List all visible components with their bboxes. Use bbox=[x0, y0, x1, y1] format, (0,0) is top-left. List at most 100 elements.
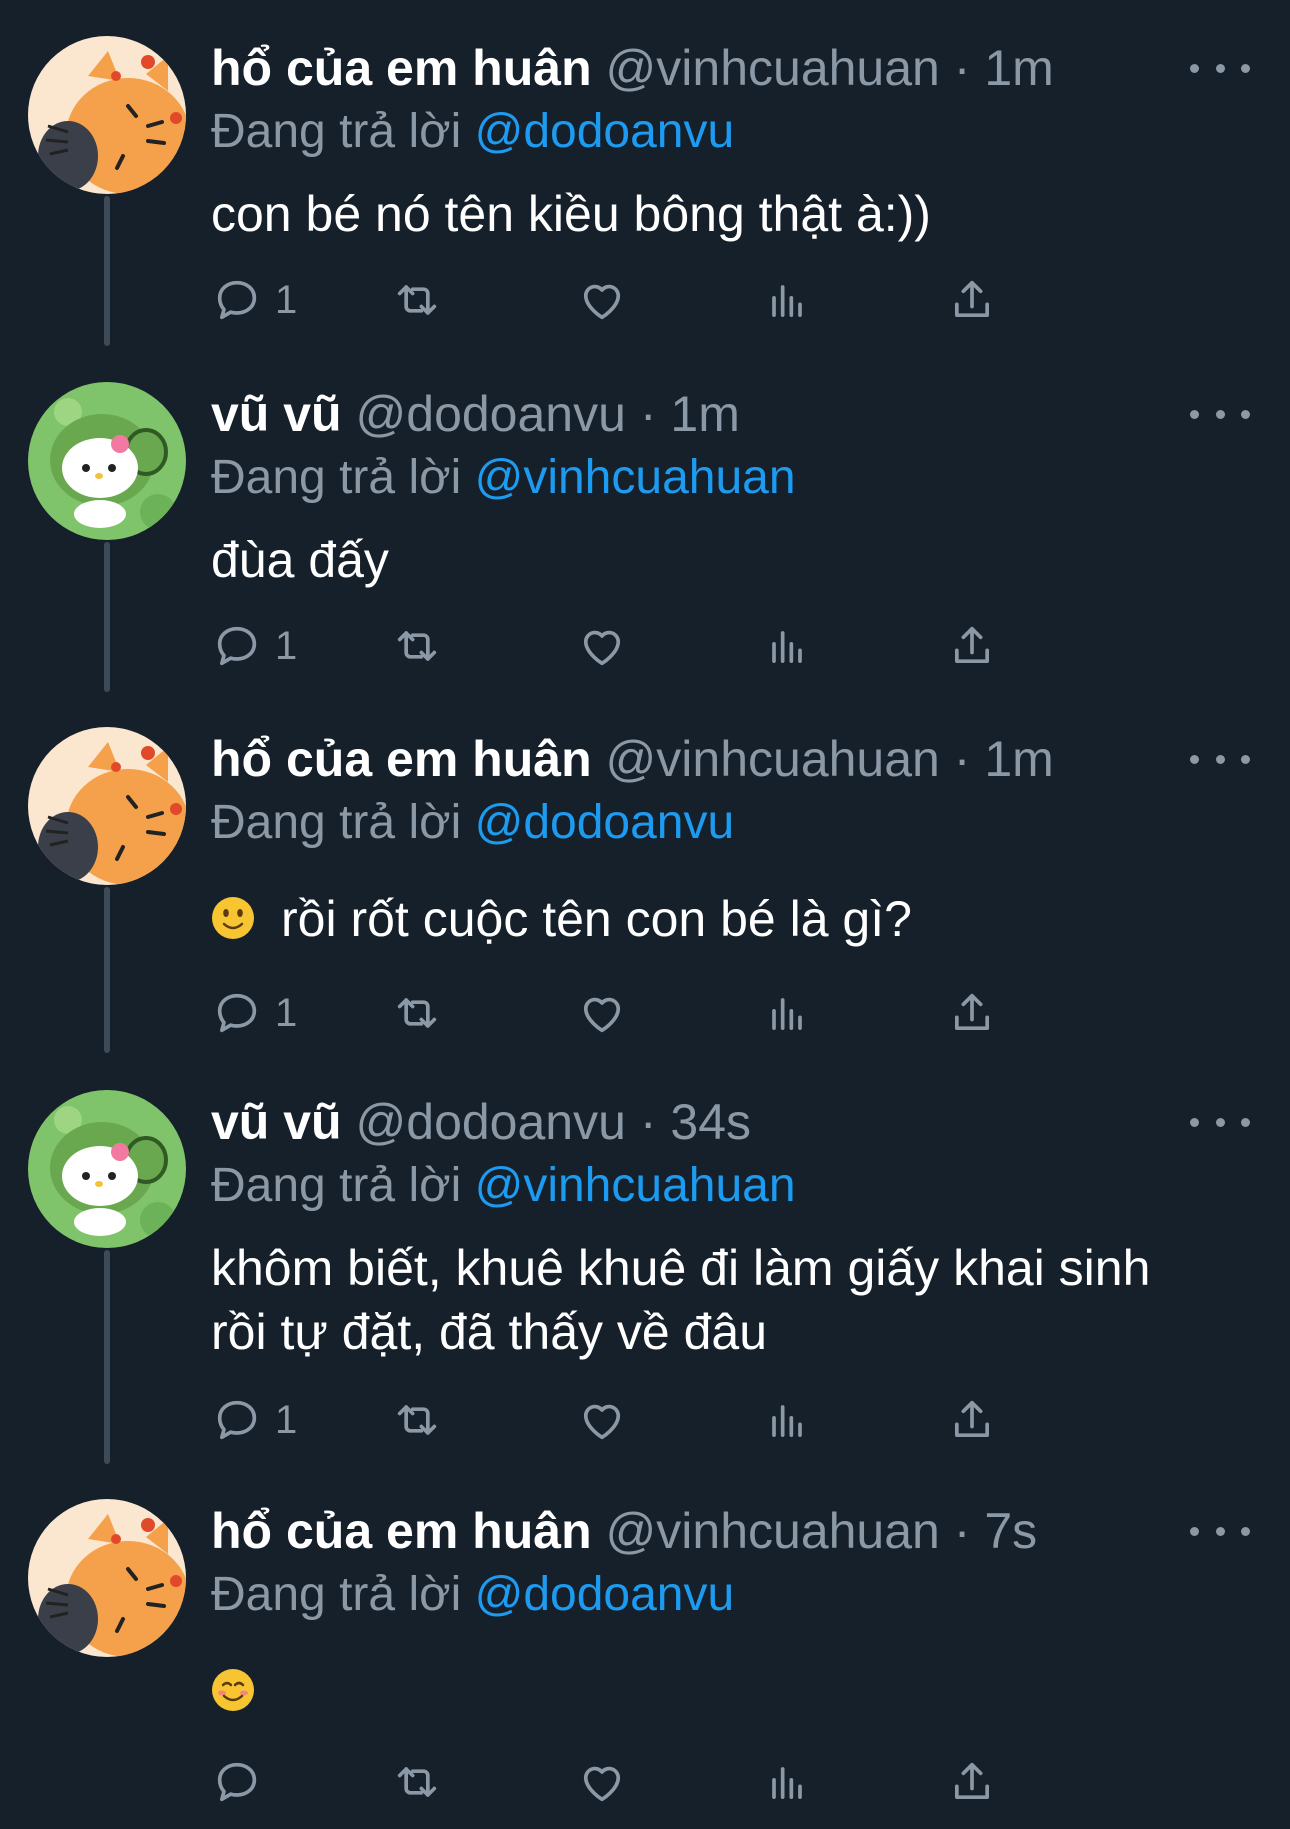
like-button[interactable] bbox=[576, 983, 628, 1043]
more-options-icon[interactable] bbox=[1190, 1513, 1250, 1549]
separator-dot: · bbox=[639, 386, 657, 442]
reply-thread: hổ của em huân @vinhcuahuan · 1m Đang trả… bbox=[0, 0, 1290, 1829]
timestamp[interactable]: 7s bbox=[984, 1503, 1037, 1559]
user-handle[interactable]: @vinhcuahuan bbox=[606, 40, 940, 96]
separator-dot: · bbox=[953, 731, 971, 787]
like-button[interactable] bbox=[576, 270, 628, 330]
reply-icon bbox=[211, 1394, 263, 1446]
share-icon bbox=[946, 1394, 998, 1446]
mention-link[interactable]: @dodoanvu bbox=[475, 1568, 735, 1621]
retweet-button[interactable] bbox=[391, 1390, 443, 1450]
like-button[interactable] bbox=[576, 1390, 628, 1450]
hello-kitty-avatar[interactable] bbox=[28, 1090, 186, 1248]
mention-link[interactable]: @vinhcuahuan bbox=[475, 1159, 796, 1212]
views-icon bbox=[761, 1756, 813, 1808]
retweet-button[interactable] bbox=[391, 983, 443, 1043]
share-icon bbox=[946, 620, 998, 672]
tweet[interactable]: vũ vũ @dodoanvu · 34s Đang trả lời @vinhc… bbox=[0, 1090, 1290, 1454]
retweet-icon bbox=[391, 987, 443, 1039]
mention-link[interactable]: @dodoanvu bbox=[475, 796, 735, 849]
like-button[interactable] bbox=[576, 616, 628, 676]
timestamp[interactable]: 34s bbox=[670, 1094, 751, 1150]
like-button[interactable] bbox=[576, 1752, 628, 1812]
views-button[interactable] bbox=[761, 983, 813, 1043]
reply-count: 1 bbox=[275, 623, 298, 668]
tweet-text: khôm biết, khuê khuê đi làm giấy khai si… bbox=[211, 1236, 1150, 1364]
retweet-button[interactable] bbox=[391, 270, 443, 330]
views-button[interactable] bbox=[761, 1390, 813, 1450]
timestamp[interactable]: 1m bbox=[670, 386, 739, 442]
share-button[interactable] bbox=[946, 1390, 998, 1450]
replying-to: Đang trả lời @dodoanvu bbox=[211, 1565, 734, 1625]
tiger-avatar[interactable] bbox=[28, 1499, 186, 1657]
smiling-face-emoji bbox=[211, 1663, 255, 1727]
more-options-icon[interactable] bbox=[1190, 1104, 1250, 1140]
more-options-icon[interactable] bbox=[1190, 396, 1250, 432]
display-name[interactable]: vũ vũ bbox=[211, 386, 342, 442]
replying-to: Đang trả lời @dodoanvu bbox=[211, 793, 734, 853]
user-handle[interactable]: @vinhcuahuan bbox=[606, 731, 940, 787]
separator-dot: · bbox=[953, 1503, 971, 1559]
tweet-header: hổ của em huân @vinhcuahuan · 1m bbox=[211, 727, 1054, 791]
tweet-actions: 1 bbox=[211, 983, 1131, 1043]
views-button[interactable] bbox=[761, 270, 813, 330]
timestamp[interactable]: 1m bbox=[984, 40, 1053, 96]
tweet[interactable]: hổ của em huân @vinhcuahuan · 1m Đang trả… bbox=[0, 36, 1290, 334]
tiger-avatar[interactable] bbox=[28, 727, 186, 885]
reply-button[interactable] bbox=[211, 1752, 275, 1812]
more-options-icon[interactable] bbox=[1190, 741, 1250, 777]
reply-button[interactable]: 1 bbox=[211, 983, 297, 1043]
views-button[interactable] bbox=[761, 616, 813, 676]
user-handle[interactable]: @dodoanvu bbox=[356, 1094, 626, 1150]
replying-to: Đang trả lời @vinhcuahuan bbox=[211, 1156, 796, 1216]
tweet-text-line: đùa đấy bbox=[211, 532, 389, 588]
mention-link[interactable]: @dodoanvu bbox=[475, 105, 735, 158]
share-icon bbox=[946, 274, 998, 326]
share-button[interactable] bbox=[946, 270, 998, 330]
share-button[interactable] bbox=[946, 1752, 998, 1812]
reply-button[interactable]: 1 bbox=[211, 616, 297, 676]
tweet[interactable]: hổ của em huân @vinhcuahuan · 1m Đang trả… bbox=[0, 727, 1290, 1047]
views-icon bbox=[761, 274, 813, 326]
slightly-smiling-face-emoji bbox=[211, 891, 255, 955]
user-handle[interactable]: @dodoanvu bbox=[356, 386, 626, 442]
reply-button[interactable]: 1 bbox=[211, 1390, 297, 1450]
retweet-icon bbox=[391, 620, 443, 672]
retweet-icon bbox=[391, 1394, 443, 1446]
hello-kitty-avatar[interactable] bbox=[28, 382, 186, 540]
replying-to: Đang trả lời @dodoanvu bbox=[211, 102, 734, 162]
tweet-text: rồi rốt cuộc tên con bé là gì? bbox=[211, 887, 912, 955]
timestamp[interactable]: 1m bbox=[984, 731, 1053, 787]
tiger-avatar[interactable] bbox=[28, 36, 186, 194]
reply-icon bbox=[211, 1756, 263, 1808]
views-button[interactable] bbox=[761, 1752, 813, 1812]
tweet-text-line: khôm biết, khuê khuê đi làm giấy khai si… bbox=[211, 1240, 1151, 1296]
tweet-text: con bé nó tên kiều bông thật à:)) bbox=[211, 182, 931, 246]
retweet-button[interactable] bbox=[391, 1752, 443, 1812]
tweet[interactable]: vũ vũ @dodoanvu · 1m Đang trả lời @vinhcu… bbox=[0, 382, 1290, 680]
display-name[interactable]: hổ của em huân bbox=[211, 40, 592, 96]
retweet-button[interactable] bbox=[391, 616, 443, 676]
share-button[interactable] bbox=[946, 983, 998, 1043]
mention-link[interactable]: @vinhcuahuan bbox=[475, 451, 796, 504]
like-icon bbox=[576, 620, 628, 672]
like-icon bbox=[576, 274, 628, 326]
tweet-text bbox=[211, 1659, 281, 1727]
like-icon bbox=[576, 1394, 628, 1446]
more-options-icon[interactable] bbox=[1190, 50, 1250, 86]
share-button[interactable] bbox=[946, 616, 998, 676]
share-icon bbox=[946, 1756, 998, 1808]
display-name[interactable]: hổ của em huân bbox=[211, 731, 592, 787]
tweet[interactable]: hổ của em huân @vinhcuahuan · 7s Đang trả… bbox=[0, 1499, 1290, 1816]
replying-label: Đang trả lời bbox=[211, 105, 462, 158]
views-icon bbox=[761, 1394, 813, 1446]
tweet-header: vũ vũ @dodoanvu · 34s bbox=[211, 1090, 751, 1154]
display-name[interactable]: hổ của em huân bbox=[211, 1503, 592, 1559]
reply-count: 1 bbox=[275, 990, 298, 1035]
display-name[interactable]: vũ vũ bbox=[211, 1094, 342, 1150]
retweet-icon bbox=[391, 1756, 443, 1808]
reply-button[interactable]: 1 bbox=[211, 270, 297, 330]
user-handle[interactable]: @vinhcuahuan bbox=[606, 1503, 940, 1559]
share-icon bbox=[946, 987, 998, 1039]
tweet-header: vũ vũ @dodoanvu · 1m bbox=[211, 382, 740, 446]
